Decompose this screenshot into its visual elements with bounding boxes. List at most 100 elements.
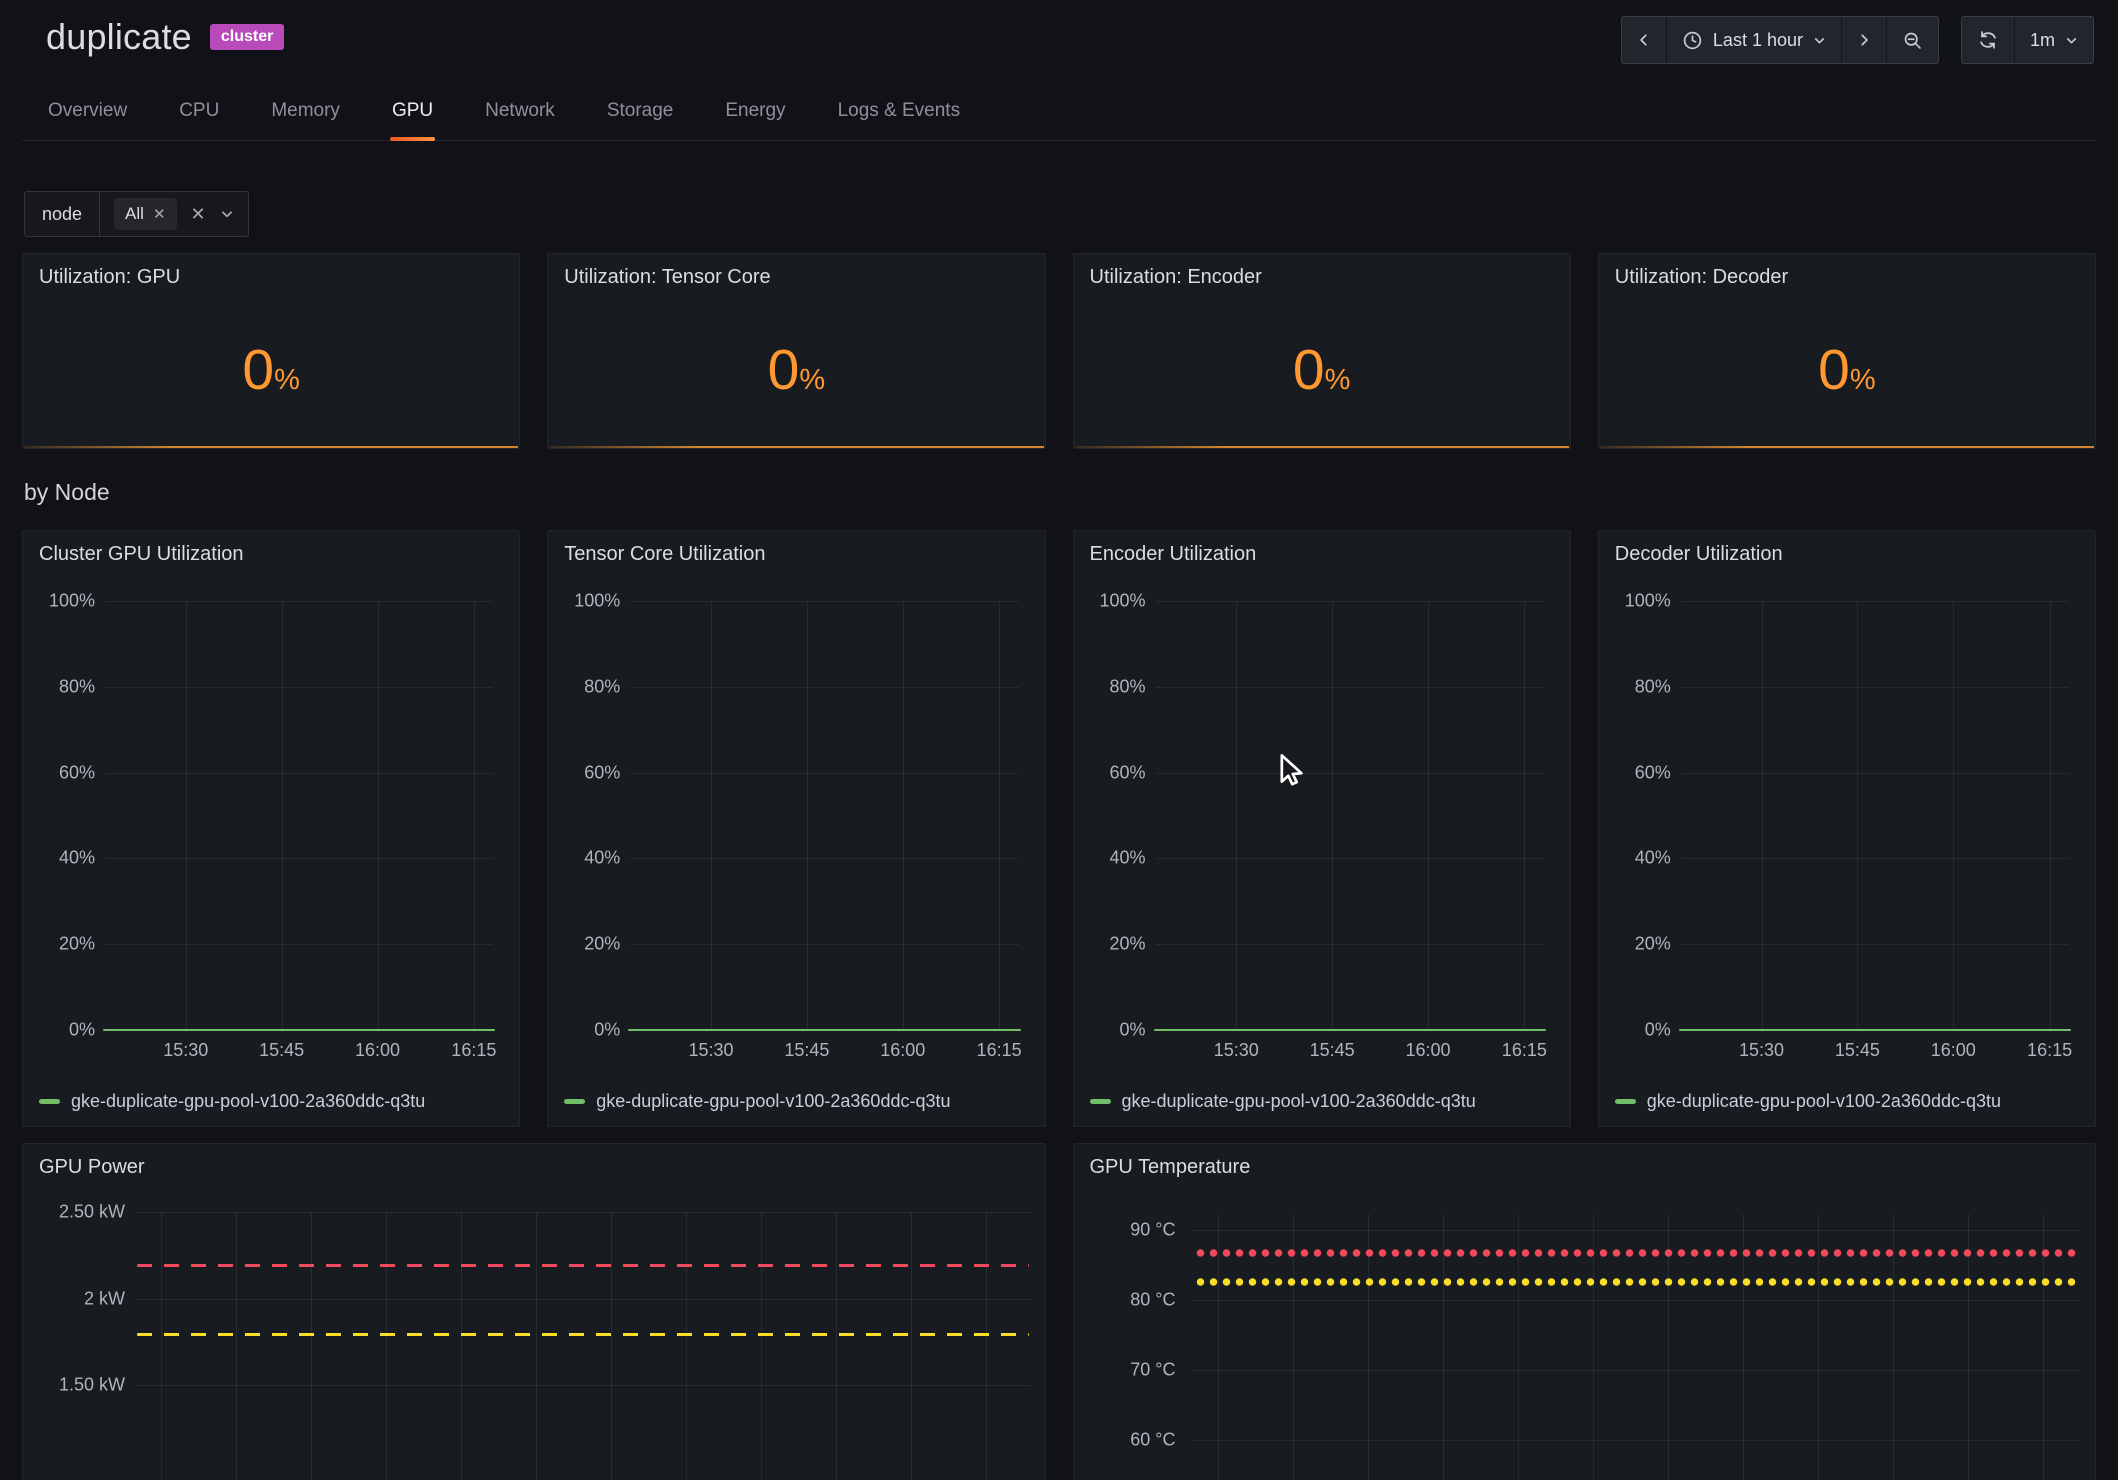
tab-memory[interactable]: Memory xyxy=(269,86,342,140)
legend-item[interactable]: gke-duplicate-gpu-pool-v100-2a360ddc-q3t… xyxy=(1090,1091,1476,1112)
series-line-power-yellow xyxy=(137,1333,1029,1336)
y-tick: 60% xyxy=(1635,762,1671,783)
series-line-zero xyxy=(1154,1029,1546,1031)
panel-decoder-utilization: Decoder Utilization 100% 80% 60% 40% 20%… xyxy=(1598,530,2096,1127)
y-tick: 60% xyxy=(59,762,95,783)
x-tick: 16:15 xyxy=(1502,1040,1547,1061)
legend-series-marker xyxy=(1090,1099,1111,1104)
legend-series-label: gke-duplicate-gpu-pool-v100-2a360ddc-q3t… xyxy=(596,1091,950,1112)
series-line-zero xyxy=(628,1029,1020,1031)
panel-title: Tensor Core Utilization xyxy=(564,543,765,566)
y-tick: 100% xyxy=(1625,591,1671,612)
dashboard: duplicate cluster Last 1 hour xyxy=(0,0,2118,1480)
y-tick: 20% xyxy=(59,934,95,955)
y-tick: 60% xyxy=(584,762,620,783)
panel-title: Utilization: Encoder xyxy=(1090,266,1262,289)
y-tick: 60 °C xyxy=(1084,1430,1176,1451)
time-range-label: Last 1 hour xyxy=(1713,30,1803,51)
y-tick: 40% xyxy=(584,848,620,869)
selected-value-chip[interactable]: All ✕ xyxy=(114,198,176,230)
refresh-controls: 1m xyxy=(1961,16,2094,64)
section-title-by-node[interactable]: by Node xyxy=(22,479,2096,506)
panel-title: Cluster GPU Utilization xyxy=(39,543,244,566)
legend-item[interactable]: gke-duplicate-gpu-pool-v100-2a360ddc-q3t… xyxy=(1615,1091,2001,1112)
node-variable-label: node xyxy=(25,192,100,236)
panel-title: GPU Power xyxy=(39,1156,145,1179)
series-line-zero xyxy=(103,1029,495,1031)
panel-title: Decoder Utilization xyxy=(1615,543,1783,566)
tab-logs-events[interactable]: Logs & Events xyxy=(836,86,963,140)
stat-value: 0% xyxy=(548,342,1044,399)
panel-title: GPU Temperature xyxy=(1090,1156,1251,1179)
page-header: duplicate cluster Last 1 hour xyxy=(22,0,2096,62)
remove-value-icon[interactable]: ✕ xyxy=(153,207,166,222)
tab-energy[interactable]: Energy xyxy=(723,86,787,140)
node-variable-select[interactable]: All ✕ ✕ xyxy=(100,192,248,236)
x-tick: 16:00 xyxy=(1931,1040,1976,1061)
refresh-icon xyxy=(1977,29,1999,51)
y-tick: 2.50 kW xyxy=(33,1202,125,1223)
y-tick: 20% xyxy=(1109,934,1145,955)
y-tick: 20% xyxy=(584,934,620,955)
chevron-right-icon xyxy=(1857,33,1871,47)
selected-value-label: All xyxy=(125,204,144,224)
refresh-interval-picker[interactable]: 1m xyxy=(2014,17,2093,63)
refresh-interval-label: 1m xyxy=(2030,30,2055,51)
series-points-temp-red xyxy=(1194,1248,2080,1258)
chevron-down-icon xyxy=(2065,34,2078,47)
plot-area: 100% 80% 60% 40% 20% 0% 15:30 15:45 16:0… xyxy=(1156,601,1544,1030)
y-tick: 100% xyxy=(49,591,95,612)
time-shift-back-button[interactable] xyxy=(1622,17,1666,63)
y-tick: 20% xyxy=(1635,934,1671,955)
stat-value: 0% xyxy=(1599,342,2095,399)
tab-network[interactable]: Network xyxy=(483,86,557,140)
panel-title: Encoder Utilization xyxy=(1090,543,1257,566)
plot-area: 100% 80% 60% 40% 20% 0% 15:30 15:45 16:0… xyxy=(630,601,1018,1030)
refresh-button[interactable] xyxy=(1962,17,2014,63)
time-range-picker[interactable]: Last 1 hour xyxy=(1666,17,1841,63)
chevron-left-icon xyxy=(1637,33,1651,47)
tab-gpu[interactable]: GPU xyxy=(390,86,435,140)
y-tick: 100% xyxy=(1099,591,1145,612)
tab-cpu[interactable]: CPU xyxy=(177,86,221,140)
stat-panels-row: Utilization: GPU 0% Utilization: Tensor … xyxy=(22,253,2096,449)
tab-storage[interactable]: Storage xyxy=(605,86,676,140)
dashboard-tabs: Overview CPU Memory GPU Network Storage … xyxy=(22,86,2096,141)
zoom-out-button[interactable] xyxy=(1886,17,1938,63)
tab-overview[interactable]: Overview xyxy=(46,86,129,140)
plot-area xyxy=(135,1212,1031,1480)
y-tick: 40% xyxy=(59,848,95,869)
y-tick: 40% xyxy=(1109,848,1145,869)
legend-series-label: gke-duplicate-gpu-pool-v100-2a360ddc-q3t… xyxy=(1122,1091,1476,1112)
dashboard-title: duplicate xyxy=(46,16,192,58)
y-tick: 70 °C xyxy=(1084,1360,1176,1381)
time-range-controls: Last 1 hour xyxy=(1621,16,1939,64)
chevron-down-icon[interactable] xyxy=(220,207,234,221)
plot-area: 100% 80% 60% 40% 20% 0% 15:30 15:45 16:0… xyxy=(1681,601,2069,1030)
x-tick: 15:30 xyxy=(688,1040,733,1061)
panel-gpu-temperature: GPU Temperature 90 °C 80 °C 70 °C 60 °C xyxy=(1073,1143,2097,1480)
y-tick: 2 kW xyxy=(33,1289,125,1310)
y-tick: 1.50 kW xyxy=(33,1375,125,1396)
y-tick: 0% xyxy=(594,1020,620,1041)
time-shift-forward-button[interactable] xyxy=(1841,17,1886,63)
clock-icon xyxy=(1682,30,1703,51)
panel-utilization-tensor-core: Utilization: Tensor Core 0% xyxy=(547,253,1045,449)
x-tick: 15:45 xyxy=(259,1040,304,1061)
panel-title: Utilization: Decoder xyxy=(1615,266,1788,289)
x-tick: 15:30 xyxy=(1214,1040,1259,1061)
x-tick: 16:00 xyxy=(880,1040,925,1061)
clear-selection-icon[interactable]: ✕ xyxy=(191,205,206,223)
x-tick: 16:15 xyxy=(977,1040,1022,1061)
y-tick: 80 °C xyxy=(1084,1290,1176,1311)
y-tick: 80% xyxy=(584,676,620,697)
y-tick: 100% xyxy=(574,591,620,612)
legend-item[interactable]: gke-duplicate-gpu-pool-v100-2a360ddc-q3t… xyxy=(564,1091,950,1112)
y-tick: 80% xyxy=(1635,676,1671,697)
y-tick: 0% xyxy=(1645,1020,1671,1041)
utilization-charts-row: Cluster GPU Utilization 100% 80% 60% 40%… xyxy=(22,530,2096,1127)
legend-item[interactable]: gke-duplicate-gpu-pool-v100-2a360ddc-q3t… xyxy=(39,1091,425,1112)
y-tick: 80% xyxy=(59,676,95,697)
stat-value: 0% xyxy=(1074,342,1570,399)
dashboard-tag-badge[interactable]: cluster xyxy=(210,24,284,50)
